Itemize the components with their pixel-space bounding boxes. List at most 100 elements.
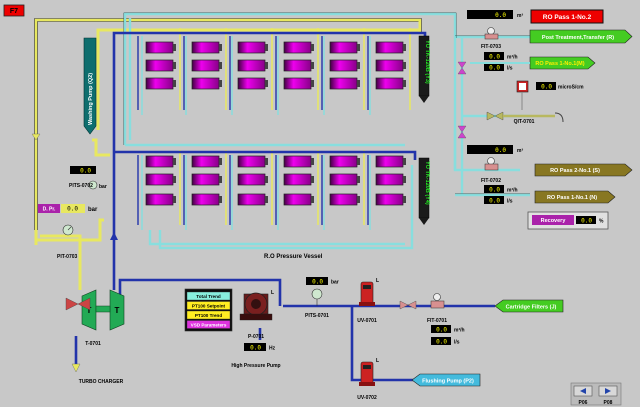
- fit-0703-total-display: 0.0 m³: [467, 10, 523, 19]
- dp-unit: bar: [88, 207, 98, 213]
- motor-l-label: L: [271, 290, 274, 296]
- vessel-end-cap: [173, 44, 176, 51]
- flow-post-treatment[interactable]: Post Treatment,Transfer (R): [529, 29, 633, 44]
- vessel-end-cap: [311, 158, 314, 165]
- uv-0701-l: L: [376, 278, 379, 284]
- pt100-trend-button[interactable]: PT100 Trend: [186, 310, 231, 320]
- pt100-setpoint-button[interactable]: PT100 Setpoint: [186, 301, 231, 310]
- flow-flushing-pump[interactable]: Flushing Pump (P2): [411, 373, 481, 387]
- uv-0701-unit[interactable]: L UV-0701: [357, 278, 379, 324]
- high-pressure-pump-label: High Pressure Pump: [231, 363, 280, 369]
- fit-0701-label: FIT-0701: [427, 318, 447, 324]
- fit-0703-lps-unit: l/s: [507, 66, 513, 72]
- vessel-end-cap: [173, 196, 176, 203]
- recovery-unit: %: [599, 219, 604, 225]
- vessel-end-cap: [357, 44, 360, 51]
- vessel-end-cap: [357, 62, 360, 69]
- flow-down-arrow-icon: [71, 363, 81, 373]
- pressure-vessel: [237, 173, 266, 186]
- valve-permeate-mid[interactable]: [457, 125, 467, 139]
- pressure-vessel: [283, 173, 312, 186]
- motor-hz-value: 0.0: [250, 345, 261, 352]
- vessel-end-cap: [219, 80, 222, 87]
- qit-0701-label: QIT-0701: [514, 119, 535, 125]
- pressure-vessel: [283, 193, 312, 206]
- total-trend-button[interactable]: Total Trend: [186, 291, 231, 301]
- flow-ro-pass-1-n-label: RO Pass 1-No.1 (N): [547, 195, 597, 201]
- pressure-vessel: [329, 155, 358, 168]
- pressure-vessel: [191, 41, 220, 54]
- vessel-end-cap: [311, 62, 314, 69]
- motor-hz-display: 0.0 Hz: [244, 343, 276, 352]
- uv-0702-label: UV-0702: [357, 395, 377, 401]
- vessel-end-cap: [403, 80, 406, 87]
- vessel-end-cap: [403, 176, 406, 183]
- vessel-end-cap: [265, 158, 268, 165]
- pressure-vessel: [375, 173, 404, 186]
- fit-0703-meter-icon: FIT-0703: [481, 27, 501, 50]
- pressure-gauge-icon: [311, 288, 323, 300]
- vessel-end-cap: [219, 196, 222, 203]
- dp-display: D. Pr. 0.0 bar: [38, 204, 98, 213]
- uv-0702-l: L: [376, 358, 379, 364]
- pressure-vessel: [283, 59, 312, 72]
- recovery-panel: Recovery 0.0 %: [527, 211, 609, 230]
- flow-cartridge-filters-label: Cartridge Filters (J): [506, 305, 557, 311]
- flow-ro-pass-1-n[interactable]: RO Pass 1-No.1 (N): [534, 190, 616, 204]
- vessel-end-cap: [265, 176, 268, 183]
- pits-0702-display: 0.0 bar PITS-0702: [69, 166, 107, 190]
- page-id: F7: [10, 8, 18, 15]
- vessel-end-cap: [265, 80, 268, 87]
- flow-cartridge-filters[interactable]: Cartridge Filters (J): [494, 299, 564, 313]
- flow-ro-pass-1-m[interactable]: RO Pass 1-No.1(M): [529, 56, 596, 70]
- fit-0702-lps-value: 0.0: [489, 198, 500, 205]
- fit-0701-flow-unit: m³/h: [454, 328, 465, 334]
- washing-pump[interactable]: Washing Pump (Q2): [83, 37, 97, 135]
- pressure-vessel: [237, 77, 266, 90]
- pressure-vessel: [237, 155, 266, 168]
- vessel-end-cap: [173, 80, 176, 87]
- pressure-vessel: [237, 41, 266, 54]
- manifold-bottom: YO TK-120B (Y4): [418, 157, 430, 225]
- pressure-vessel: [145, 173, 174, 186]
- t-0701-label: T-0701: [85, 341, 101, 347]
- fit-0701-lps-display: 0.0 l/s: [431, 337, 460, 346]
- pits-0702-unit: bar: [99, 184, 107, 190]
- fit-0702-lps-unit: l/s: [507, 199, 513, 205]
- pressure-vessel: [375, 155, 404, 168]
- fit-0703-lps-display: 0.0 l/s: [484, 63, 513, 72]
- vessel-end-cap: [403, 158, 406, 165]
- valve-feed-line[interactable]: [399, 300, 417, 310]
- vessel-end-cap: [357, 158, 360, 165]
- fit-0701-lps-unit: l/s: [454, 340, 460, 346]
- vessel-end-cap: [173, 176, 176, 183]
- dp-value: 0.0: [67, 206, 78, 213]
- fit-0702-total-value: 0.0: [495, 147, 506, 154]
- pressure-vessel: [283, 155, 312, 168]
- high-pressure-pump[interactable]: L P-0701 High Pressure Pump: [231, 290, 280, 369]
- vessel-end-cap: [357, 176, 360, 183]
- turbo-charger-label: TURBO CHARGER: [79, 379, 124, 385]
- pressure-vessel: [145, 155, 174, 168]
- vessel-end-cap: [173, 158, 176, 165]
- qit-0701-unit: microS/cm: [558, 85, 584, 91]
- pressure-vessel: [191, 193, 220, 206]
- fit-0703-flow-display: 0.0 m³/h: [484, 52, 518, 61]
- vessel-end-cap: [219, 176, 222, 183]
- vessel-end-cap: [265, 44, 268, 51]
- process-diagram: YO TK-120B (Y3) YO TK-120B (Y4) Washing …: [3, 4, 633, 406]
- vessel-end-cap: [311, 44, 314, 51]
- vessel-end-cap: [403, 62, 406, 69]
- title-banner: RO Pass 1-No.2: [530, 9, 604, 24]
- pits-0701-unit: bar: [331, 280, 339, 286]
- vsd-parameters-button[interactable]: VSD Parameters: [186, 320, 231, 329]
- pressure-vessel: [191, 77, 220, 90]
- pits-0702-label: PITS-0702: [69, 183, 93, 189]
- fit-0701-meter-icon: FIT-0701: [427, 293, 447, 324]
- valve-permeate-top[interactable]: [457, 61, 467, 75]
- vessel-end-cap: [357, 196, 360, 203]
- qit-0701-instrument: 0.0 microS/cm QIT-0701: [514, 80, 584, 125]
- flow-ro-pass-2-s[interactable]: RO Pass 2-No.1 (S): [534, 163, 633, 177]
- valve-turbo-left[interactable]: [65, 297, 91, 311]
- pressure-vessel: [329, 77, 358, 90]
